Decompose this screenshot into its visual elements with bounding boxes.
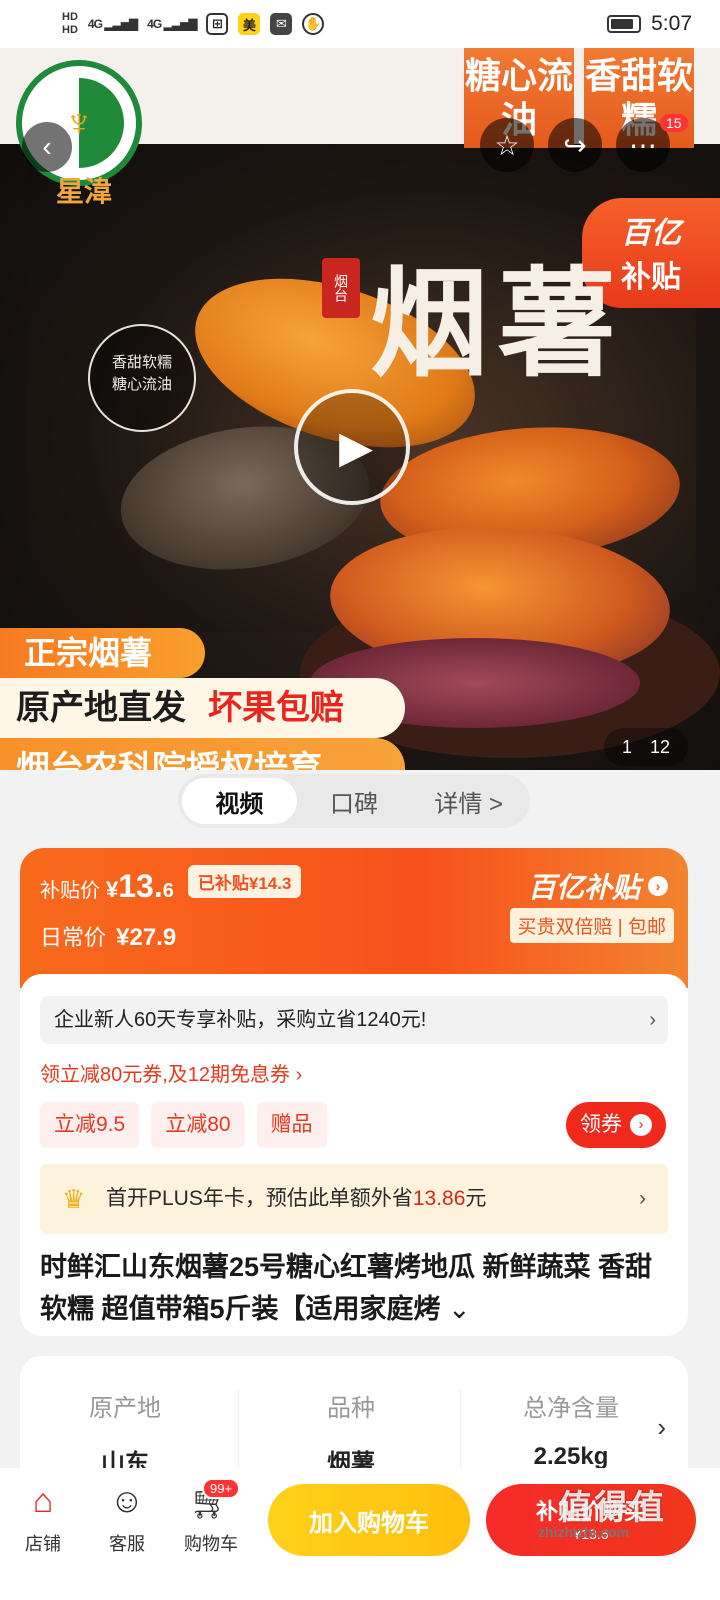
brand-name: 星湋 bbox=[56, 176, 113, 207]
meituan-app-icon: 美 bbox=[238, 13, 261, 35]
origin-seal: 烟台 bbox=[322, 258, 360, 318]
chevron-right-icon: › bbox=[648, 876, 668, 896]
chevron-right-icon: › bbox=[630, 1114, 652, 1136]
chevron-right-icon: › bbox=[649, 1009, 656, 1031]
gift-app-icon: ⊞ bbox=[206, 13, 229, 35]
signal-icon-1: 4G ▂▃▅▇ bbox=[87, 17, 138, 31]
status-bar: HD HD 4G ▂▃▅▇ 4G ▂▃▅▇ ⊞ 美 ✉ ✋ 5:07 bbox=[0, 0, 720, 48]
shop-icon: ⌂ bbox=[32, 1482, 54, 1520]
tab-details[interactable]: 详情 > bbox=[411, 778, 526, 824]
product-image-carousel[interactable]: 糖心流油 香甜软糯 ♆ 星湋 ‹ ☆ ↪ ⋯ 15 百亿 补贴 烟台 烟薯 香甜… bbox=[0, 48, 720, 770]
feature-stamp: 香甜软糯 糖心流油 bbox=[88, 324, 196, 432]
expand-chevron-icon[interactable]: ⌄ bbox=[448, 1294, 471, 1324]
share-button[interactable]: ↪ bbox=[548, 118, 602, 172]
hd-label-2: HD bbox=[62, 24, 78, 36]
cart-count-badge: 99+ bbox=[202, 1478, 241, 1499]
new-user-banner[interactable]: 企业新人60天专享补贴，采购立省1240元! › bbox=[40, 996, 668, 1044]
network-indicators: HD HD bbox=[62, 11, 78, 37]
product-info-card: 企业新人60天专享补贴，采购立省1240元! › 领立减80元券,及12期免息券… bbox=[20, 974, 688, 1336]
discount-chip[interactable]: 立减80 bbox=[151, 1102, 245, 1148]
clock: 5:07 bbox=[651, 12, 692, 35]
play-video-button[interactable]: ▶ bbox=[294, 389, 410, 505]
spec-variety: 品种 烟薯 bbox=[327, 1395, 375, 1477]
tag-origin: 原产地直发 坏果包赔 bbox=[0, 678, 405, 738]
discount-chips: 立减9.5 立减80 赠品 bbox=[40, 1102, 327, 1148]
cart-button[interactable]: 🛒︎ 99+ 购物车 bbox=[176, 1478, 246, 1556]
tab-reviews[interactable]: 口碑 bbox=[297, 778, 412, 824]
battery-icon bbox=[607, 15, 642, 33]
chevron-left-icon: ‹ bbox=[42, 131, 52, 162]
product-title[interactable]: 时鲜汇山东烟薯25号糖心红薯烤地瓜 新鲜蔬菜 香甜软糯 超值带箱5斤装【适用家庭… bbox=[40, 1246, 672, 1330]
plus-membership-banner[interactable]: ♛ 首开PLUS年卡，预估此单额外省13.86元 › bbox=[40, 1164, 668, 1234]
watermark: 值得值 zhizhizhi.com bbox=[538, 1489, 666, 1540]
crown-icon: ♛ bbox=[62, 1184, 86, 1214]
mail-app-icon: ✉ bbox=[270, 13, 293, 35]
shield-app-icon: ✋ bbox=[302, 13, 325, 35]
shop-button[interactable]: ⌂ 店铺 bbox=[8, 1482, 78, 1556]
hero-headline: 烟薯 bbox=[370, 254, 627, 393]
play-icon: ▶ bbox=[339, 422, 373, 472]
share-icon: ↪ bbox=[563, 129, 587, 161]
tab-video[interactable]: 视频 bbox=[182, 778, 297, 824]
tag-academy: 烟台农科院授权培育 bbox=[0, 738, 405, 770]
gift-chip[interactable]: 赠品 bbox=[256, 1102, 327, 1148]
subsidy-price-row: 补贴价 ¥ 13. 6 已补贴¥14.3 bbox=[40, 865, 302, 906]
add-to-cart-button[interactable]: 加入购物车 bbox=[268, 1484, 470, 1556]
coupon-offer-link[interactable]: 领立减80元券,及12期免息券 › bbox=[40, 1058, 302, 1087]
signal-icon-2: 4G ▂▃▅▇ bbox=[147, 17, 197, 31]
image-counter: 1 12 bbox=[604, 728, 688, 766]
chevron-right-icon: › bbox=[639, 1187, 646, 1210]
daily-price-row: 日常价 ¥27.9 bbox=[40, 924, 177, 951]
guarantee-badge: 买贵双倍赔 | 包邮 bbox=[509, 908, 674, 943]
spec-net-weight: 总净含量 2.25kg bbox=[523, 1395, 619, 1470]
discount-chip[interactable]: 立减9.5 bbox=[40, 1102, 140, 1148]
hd-label-1: HD bbox=[62, 11, 78, 23]
star-icon: ☆ bbox=[494, 129, 520, 161]
more-icon: ⋯ bbox=[629, 129, 657, 161]
service-icon: ☺ bbox=[109, 1482, 145, 1520]
notification-badge: 15 bbox=[660, 114, 688, 132]
customer-service-button[interactable]: ☺ 客服 bbox=[92, 1482, 162, 1556]
subsidy-program-link[interactable]: 百亿补贴 › bbox=[528, 866, 668, 906]
tag-authentic: 正宗烟薯 bbox=[0, 628, 205, 678]
content-tabs: 视频 口碑 详情 > bbox=[178, 774, 530, 828]
chevron-right-icon: › bbox=[657, 1412, 666, 1442]
price-card: 补贴价 ¥ 13. 6 已补贴¥14.3 日常价 ¥27.9 百亿补贴 › 买贵… bbox=[20, 848, 688, 988]
favorite-button[interactable]: ☆ bbox=[480, 118, 534, 172]
get-coupon-button[interactable]: 领券 › bbox=[566, 1102, 666, 1148]
back-button[interactable]: ‹ bbox=[22, 122, 72, 172]
spec-origin: 原产地 山东 bbox=[89, 1395, 161, 1477]
subsidized-amount-badge: 已补贴¥14.3 bbox=[187, 865, 302, 898]
